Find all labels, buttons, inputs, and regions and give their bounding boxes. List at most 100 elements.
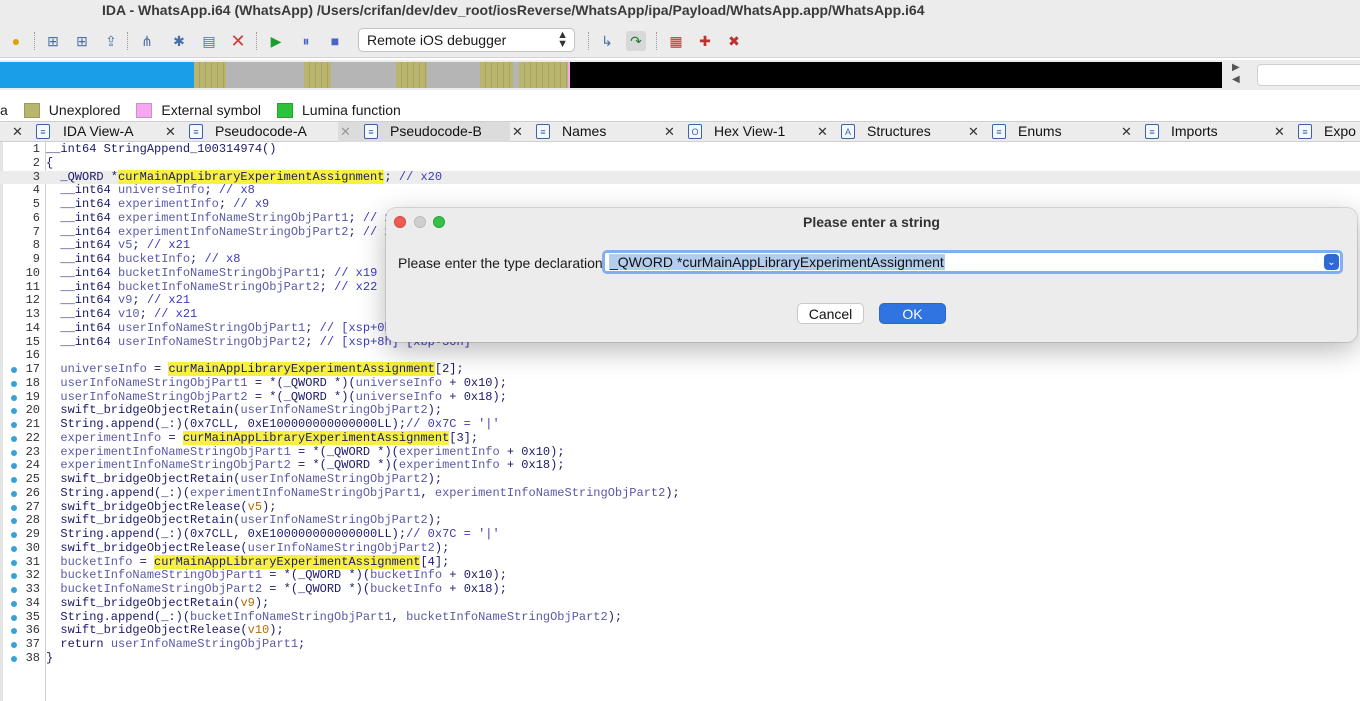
code-line[interactable]: 33 bucketInfoNameStringObjPart2 = *(_QWO… [0,582,1360,597]
code-token: userInfoNameStringObjPart1 [110,637,299,651]
tab-enums[interactable]: ✕ ≡ Enums [966,122,1119,142]
code-line[interactable]: 38} [0,651,1360,666]
navband-arrows-icon[interactable]: ▶ ◀ [1232,62,1246,88]
code-text: experimentInfo = curMainAppLibraryExperi… [46,430,478,446]
code-token: [4]; [420,554,450,569]
code-text: __int64 bucketInfo; // x8 [46,252,240,267]
code-line[interactable]: 24 experimentInfoNameStringObjPart2 = *(… [0,458,1360,473]
code-line[interactable]: 25 swift_bridgeObjectRetain(userInfoName… [0,472,1360,487]
code-line[interactable]: 35 String.append(_:)(bucketInfoNameStrin… [0,609,1360,625]
code-line[interactable]: 34 swift_bridgeObjectRetain(v9); [0,595,1360,611]
code-line[interactable]: 32 bucketInfoNameStringObjPart1 = *(_QWO… [0,568,1360,583]
close-tab-icon[interactable]: ✕ [968,124,979,140]
tab-structures[interactable]: ✕ A Structures [815,122,966,142]
code-token: = *(_QWORD *)( [262,568,371,583]
code-token: bucketInfoNameStringObjPart1 [190,609,392,624]
code-token: ; [384,169,399,184]
code-token: v10 [247,623,270,638]
folder-icon[interactable]: ▤ [199,31,219,51]
close-tab-icon[interactable]: ✕ [817,124,828,140]
code-line[interactable]: 18 userInfoNameStringObjPart1 = *(_QWORD… [0,376,1360,391]
tab-imports[interactable]: ✕ ≡ Imports [1119,122,1272,142]
line-number: 34 [25,595,40,610]
legend-label: External symbol [161,102,261,118]
code-line[interactable]: 1 __int64 StringAppend_100314974() [0,142,1360,157]
add-segment-icon[interactable]: ⊞ [43,31,63,51]
code-line[interactable]: 4 __int64 universeInfo; // x8 [0,183,1360,198]
code-token: String.append(_:)(0x7CLL, 0xE10000000000… [46,417,407,431]
type-declaration-value[interactable]: _QWORD *curMainAppLibraryExperimentAssig… [609,254,945,270]
code-line[interactable]: 29 String.append(_:)(0x7CLL, 0xE10000000… [0,527,1360,542]
remove-breakpoint-icon[interactable]: ✖ [724,31,744,51]
code-token: userInfoNameStringObjPart1 [118,320,306,335]
code-line[interactable]: 20 swift_bridgeObjectRetain(userInfoName… [0,403,1360,418]
code-line[interactable]: 36 swift_bridgeObjectRelease(v10); [0,623,1360,638]
tab-pseudocode-a[interactable]: ✕ ≡ Pseudocode-A [163,122,338,142]
ok-button[interactable]: OK [879,303,946,324]
step-into-icon[interactable]: ↳ [597,31,617,51]
close-tab-icon[interactable]: ✕ [165,124,176,140]
code-line[interactable]: 2{ [0,156,1360,171]
step-over-icon[interactable]: ↷ [626,31,646,51]
line-number: 17 [25,362,40,376]
close-tab-icon[interactable]: ✕ [1274,124,1285,140]
delete-icon[interactable]: ✕ [228,31,248,51]
line-number: 25 [25,472,40,486]
code-line[interactable]: 16 [0,348,1360,363]
code-line[interactable]: 19 userInfoNameStringObjPart2 = *(_QWORD… [0,390,1360,405]
code-line[interactable]: 30 swift_bridgeObjectRelease(userInfoNam… [0,541,1360,556]
type-declaration-combobox[interactable]: _QWORD *curMainAppLibraryExperimentAssig… [602,250,1343,274]
tab-expo[interactable]: ✕ ≡ Expo [1272,122,1360,142]
line-number: 22 [25,430,40,445]
close-tab-icon[interactable]: ✕ [1121,124,1132,140]
tab-names[interactable]: ✕ ≡ Names [510,122,662,142]
chevron-down-icon[interactable]: ⌄ [1324,254,1339,270]
code-line[interactable]: 27 swift_bridgeObjectRelease(v5); [0,500,1360,515]
network-icon[interactable]: ✱ [169,31,189,51]
code-line[interactable]: 31 bucketInfo = curMainAppLibraryExperim… [0,554,1360,570]
tab-ida-view-a[interactable]: ✕ ≡ IDA View-A [10,122,163,142]
add-breakpoint-icon[interactable]: ✚ [695,31,715,51]
breakpoint-list-icon[interactable]: ▦ [666,31,686,51]
navband-search-input[interactable] [1257,64,1360,86]
add-struct-icon[interactable]: ⊞ [72,31,92,51]
export-icon[interactable]: ⇪ [101,31,121,51]
code-token: ; [204,183,219,198]
close-tab-icon[interactable]: ✕ [12,124,23,140]
pause-icon[interactable]: ⏸ [296,31,316,51]
close-tab-icon[interactable]: ✕ [664,124,675,140]
tab-hex-view-1[interactable]: ✕ O Hex View-1 [662,122,815,142]
cancel-button[interactable]: Cancel [797,303,864,324]
close-tab-icon[interactable]: ✕ [340,124,351,140]
toolbar-separator [656,32,657,50]
code-line[interactable]: 17 universeInfo = curMainAppLibraryExper… [0,362,1360,377]
code-text: swift_bridgeObjectRetain(userInfoNameStr… [46,403,442,418]
code-token: String.append(_:)( [46,609,191,624]
code-line[interactable]: 22 experimentInfo = curMainAppLibraryExp… [0,430,1360,446]
play-icon[interactable]: ▶ [266,31,286,51]
code-text: __int64 experimentInfoNameStringObjPart2… [46,225,391,240]
line-number: 21 [25,417,40,431]
tab-label: IDA View-A [63,123,134,139]
code-line[interactable]: 21 String.append(_:)(0x7CLL, 0xE10000000… [0,417,1360,432]
debugger-select[interactable]: Remote iOS debugger ▲ ▼ [358,28,575,52]
tab-pseudocode-b[interactable]: ✕ ≡ Pseudocode-B [338,122,510,142]
code-line[interactable]: 28 swift_bridgeObjectRetain(userInfoName… [0,513,1360,528]
graph-icon[interactable]: ⋔ [137,31,157,51]
tab-label: Expo [1324,123,1356,139]
code-line[interactable]: 37 return userInfoNameStringObjPart1; [0,637,1360,652]
close-tab-icon[interactable]: ✕ [512,124,523,140]
code-token: ; [132,238,147,253]
code-token: experimentInfo [118,197,219,211]
enter-string-dialog: Please enter a string Please enter the t… [386,208,1357,342]
code-token: curMainAppLibraryExperimentAssignment [182,430,450,445]
lightbulb-icon[interactable]: ● [6,31,26,51]
navigation-band[interactable] [0,62,1222,88]
code-line[interactable]: 3 _QWORD *curMainAppLibraryExperimentAss… [0,169,1360,185]
code-token: // x21 [146,293,191,308]
stop-icon[interactable]: ■ [325,31,345,51]
code-line[interactable]: 23 experimentInfoNameStringObjPart1 = *(… [0,445,1360,460]
code-line[interactable]: 26 String.append(_:)(experimentInfoNameS… [0,486,1360,501]
exports-icon: ≡ [1298,124,1312,139]
line-number: 31 [25,554,40,569]
